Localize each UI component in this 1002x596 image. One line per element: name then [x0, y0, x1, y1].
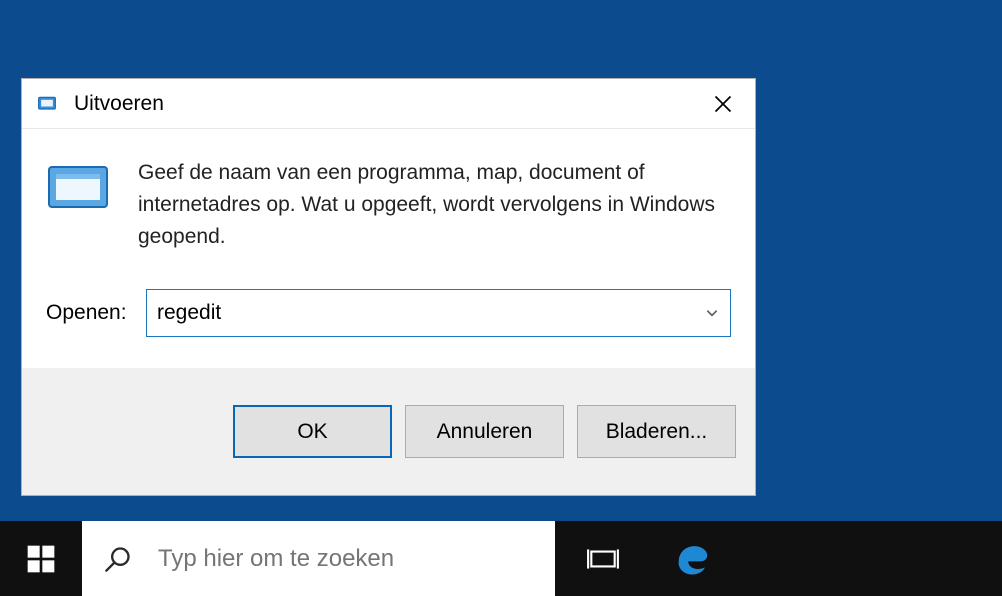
dialog-body: Geef de naam van een programma, map, doc… [22, 129, 755, 368]
start-button[interactable] [0, 521, 82, 596]
close-button[interactable] [691, 79, 755, 129]
description-text: Geef de naam van een programma, map, doc… [138, 157, 731, 253]
task-view-button[interactable] [573, 521, 633, 596]
edge-browser-icon [674, 540, 712, 578]
description-row: Geef de naam van een programma, map, doc… [46, 157, 731, 253]
taskbar [0, 521, 1002, 596]
titlebar: Uitvoeren [22, 79, 755, 129]
button-bar: OK Annuleren Bladeren... [22, 368, 755, 495]
open-combobox[interactable] [146, 289, 731, 337]
run-icon [34, 91, 60, 117]
browse-button[interactable]: Bladeren... [577, 405, 736, 458]
windows-start-icon [25, 543, 57, 575]
ok-button[interactable]: OK [233, 405, 392, 458]
run-dialog: Uitvoeren Geef de naam van een programma… [21, 78, 756, 496]
chevron-down-icon [705, 306, 719, 320]
task-view-icon [586, 542, 620, 576]
cancel-button[interactable]: Annuleren [405, 405, 564, 458]
taskbar-icons [555, 521, 1002, 596]
dialog-title: Uitvoeren [74, 92, 691, 116]
open-row: Openen: [46, 289, 731, 337]
close-icon [713, 94, 733, 114]
combobox-dropdown-button[interactable] [694, 290, 730, 336]
search-icon [104, 545, 132, 573]
taskbar-search[interactable] [82, 521, 555, 596]
taskbar-search-input[interactable] [158, 545, 533, 573]
edge-browser-button[interactable] [663, 521, 723, 596]
open-label: Openen: [46, 301, 140, 325]
run-icon [46, 161, 110, 215]
open-input[interactable] [147, 290, 694, 336]
